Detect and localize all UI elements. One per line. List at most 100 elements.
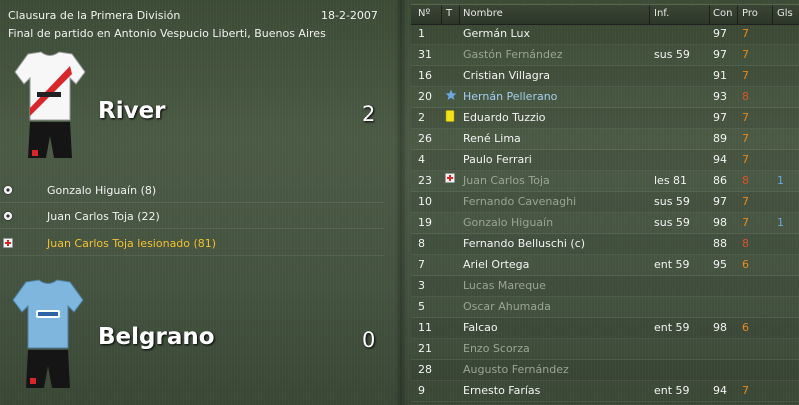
player-number: 20 (418, 90, 432, 103)
player-rating: 7 (742, 69, 749, 82)
player-name: Lucas Mareque (463, 279, 546, 292)
player-name: Oscar Ahumada (463, 300, 551, 313)
player-condition: 93 (713, 90, 727, 103)
player-condition: 91 (713, 69, 727, 82)
type-cell (445, 341, 457, 355)
away-team-name: Belgrano (98, 324, 215, 350)
player-number: 28 (418, 363, 432, 376)
player-number: 5 (418, 300, 425, 313)
table-row[interactable]: 28 Augusto Fernández (411, 360, 799, 381)
players-table: Nº T Nombre Inf. Con Pro Gls 1 Germán Lux… (411, 4, 799, 405)
home-team-name: River (98, 98, 166, 124)
table-row[interactable]: 1 Germán Lux 97 7 (411, 24, 799, 45)
player-info: sus 59 (654, 195, 690, 208)
col-info-header[interactable]: Inf. (654, 8, 669, 19)
table-row[interactable]: 9 Ernesto Farías ent 59 94 7 (411, 381, 799, 402)
player-number: 19 (418, 216, 432, 229)
player-name: Augusto Fernández (463, 363, 569, 376)
player-name: Ariel Ortega (463, 258, 530, 271)
away-kit-icon (12, 279, 84, 388)
player-info: ent 59 (654, 321, 690, 334)
table-row[interactable]: 31 Gastón Fernández sus 59 97 7 (411, 45, 799, 66)
player-condition: 95 (713, 258, 727, 271)
player-info: sus 59 (654, 216, 690, 229)
player-number: 31 (418, 48, 432, 61)
player-condition: 97 (713, 48, 727, 61)
player-name: Cristian Villagra (463, 69, 551, 82)
yellow-card-icon (445, 110, 457, 124)
player-rating: 6 (742, 258, 749, 271)
table-row[interactable]: 16 Cristian Villagra 91 7 (411, 66, 799, 87)
match-status: Final de partido en Antonio Vespucio Lib… (8, 27, 326, 40)
player-condition: 97 (713, 111, 727, 124)
table-row[interactable]: 11 Falcao ent 59 98 6 (411, 318, 799, 339)
player-condition: 98 (713, 216, 727, 229)
player-number: 10 (418, 195, 432, 208)
table-row[interactable]: 5 Oscar Ahumada (411, 297, 799, 318)
player-name: Fernando Belluschi (c) (463, 237, 586, 250)
table-row[interactable]: 19 Gonzalo Higuaín sus 59 98 7 1 (411, 213, 799, 234)
col-condition-header[interactable]: Con (713, 8, 732, 19)
player-rating: 6 (742, 321, 749, 334)
player-info: les 81 (654, 174, 688, 187)
player-name: Juan Carlos Toja (463, 174, 550, 187)
player-rating: 8 (742, 237, 749, 250)
player-number: 21 (418, 342, 432, 355)
player-rating: 7 (742, 153, 749, 166)
type-cell (445, 68, 457, 82)
competition-title: Clausura de la Primera División (8, 9, 181, 22)
player-info: sus 59 (654, 48, 690, 61)
col-goals-header[interactable]: Gls (777, 8, 793, 19)
player-rating: 8 (742, 174, 749, 187)
player-number: 7 (418, 258, 425, 271)
player-number: 3 (418, 279, 425, 292)
player-rating: 7 (742, 195, 749, 208)
ball-icon (3, 185, 13, 195)
player-name: Eduardo Tuzzio (463, 111, 546, 124)
player-rating: 7 (742, 48, 749, 61)
col-number-header[interactable]: Nº (418, 8, 430, 19)
player-condition: 97 (713, 195, 727, 208)
player-goals: 1 (777, 174, 784, 187)
player-condition: 88 (713, 237, 727, 250)
star-icon (445, 89, 457, 103)
player-condition: 94 (713, 384, 727, 397)
player-number: 16 (418, 69, 432, 82)
player-condition: 89 (713, 132, 727, 145)
player-rating: 7 (742, 216, 749, 229)
away-team-score: 0 (362, 328, 376, 352)
player-name: Enzo Scorza (463, 342, 530, 355)
table-row[interactable]: 2 Eduardo Tuzzio 97 7 (411, 108, 799, 129)
match-summary-panel: Clausura de la Primera División 18-2-200… (0, 0, 385, 405)
type-cell (445, 236, 457, 250)
table-row[interactable]: 21 Enzo Scorza (411, 339, 799, 360)
player-name: Ernesto Farías (463, 384, 541, 397)
type-cell (445, 299, 457, 313)
table-row[interactable]: 20 Hernán Pellerano 93 8 (411, 87, 799, 108)
table-row[interactable]: 8 Fernando Belluschi (c) 88 8 (411, 234, 799, 255)
type-cell (445, 215, 457, 229)
table-row[interactable]: 26 René Lima 89 7 (411, 129, 799, 150)
type-cell (445, 26, 457, 40)
table-row[interactable]: 23 Juan Carlos Toja les 81 86 8 1 (411, 171, 799, 192)
player-info: ent 59 (654, 384, 690, 397)
table-row[interactable]: 4 Paulo Ferrari 94 7 (411, 150, 799, 171)
event-row: Juan Carlos Toja (22) (0, 206, 384, 229)
player-condition: 97 (713, 27, 727, 40)
col-type-header[interactable]: T (446, 8, 452, 19)
table-row[interactable]: 3 Lucas Mareque (411, 276, 799, 297)
player-name: Gonzalo Higuaín (463, 216, 554, 229)
table-row[interactable]: 10 Fernando Cavenaghi sus 59 97 7 (411, 192, 799, 213)
table-row[interactable]: 7 Ariel Ortega ent 59 95 6 (411, 255, 799, 276)
player-name: Falcao (463, 321, 498, 334)
player-rating: 7 (742, 27, 749, 40)
type-cell (445, 131, 457, 145)
col-rating-header[interactable]: Pro (742, 8, 758, 19)
table-header: Nº T Nombre Inf. Con Pro Gls (411, 4, 799, 25)
player-rating: 8 (742, 90, 749, 103)
player-number: 1 (418, 27, 425, 40)
player-number: 9 (418, 384, 425, 397)
type-cell (445, 383, 457, 397)
col-name-header[interactable]: Nombre (463, 8, 503, 19)
player-condition: 94 (713, 153, 727, 166)
